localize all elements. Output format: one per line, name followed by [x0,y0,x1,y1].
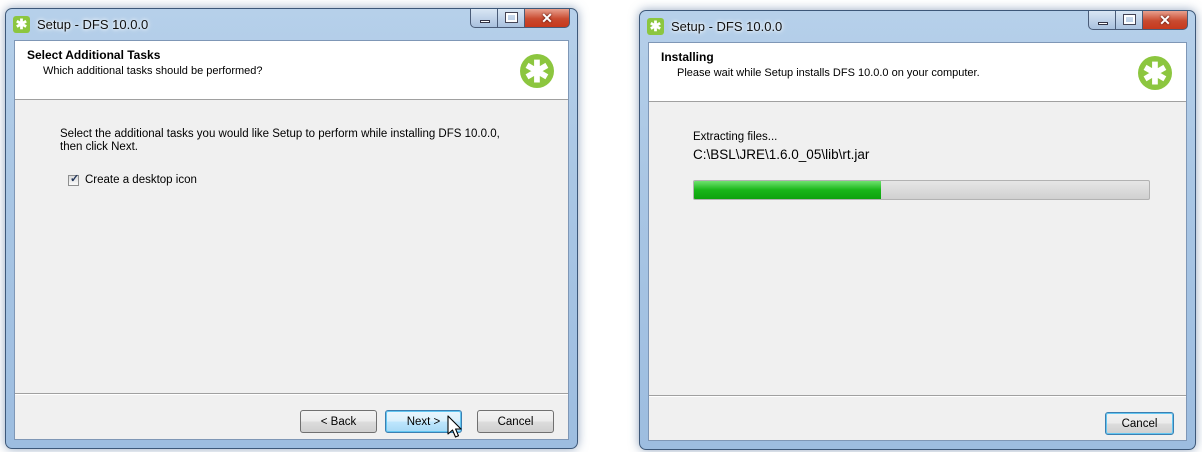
green-asterisk-logo-icon: ✱ [520,54,554,89]
maximize-button[interactable] [1116,11,1143,30]
minimize-icon [480,20,490,23]
checkmark-icon: ✓ [70,172,80,185]
close-icon: ✕ [541,10,553,26]
checkbox-label: Create a desktop icon [85,174,197,186]
install-progress-bar [693,180,1150,200]
wizard-client-area: Select Additional Tasks Which additional… [14,40,569,440]
minimize-button[interactable] [1088,11,1116,30]
maximize-icon [1123,14,1136,25]
instruction-line-1: Select the additional tasks you would li… [60,128,500,140]
page-title: Installing [661,50,714,64]
task-create-desktop-icon[interactable]: ✓ Create a desktop icon [68,172,197,186]
page-subtitle: Which additional tasks should be perform… [43,65,263,77]
close-button[interactable]: ✕ [1143,11,1188,30]
setup-app-icon: ✱ [13,16,30,33]
minimize-button[interactable] [470,9,498,28]
setup-app-icon: ✱ [647,18,664,35]
maximize-button[interactable] [498,9,525,28]
maximize-icon [505,12,518,23]
footer-divider [649,395,1186,396]
progress-bar-fill [694,181,881,199]
cancel-button[interactable]: Cancel [477,410,554,433]
instruction-line-2: then click Next. [60,141,138,153]
wizard-header: Select Additional Tasks Which additional… [15,41,568,100]
status-text: Extracting files... [693,131,778,143]
caption-buttons: ✕ [1088,11,1188,30]
desktop-icon-checkbox[interactable]: ✓ [68,172,80,186]
title-bar[interactable]: ✱ Setup - DFS 10.0.0 ✕ [6,9,577,40]
caption-buttons: ✕ [470,9,570,28]
cancel-button[interactable]: Cancel [1105,412,1174,435]
page-title: Select Additional Tasks [27,48,161,62]
close-icon: ✕ [1159,12,1171,28]
wizard-header: Installing Please wait while Setup insta… [649,43,1186,102]
title-bar[interactable]: ✱ Setup - DFS 10.0.0 ✕ [640,11,1195,42]
window-title: Setup - DFS 10.0.0 [671,19,783,34]
current-file-path: C:\BSL\JRE\1.6.0_05\lib\rt.jar [693,147,870,162]
back-button[interactable]: < Back [300,410,377,433]
wizard-client-area: Installing Please wait while Setup insta… [648,42,1187,441]
footer-divider [15,393,568,394]
close-button[interactable]: ✕ [525,9,570,28]
page-subtitle: Please wait while Setup installs DFS 10.… [677,67,980,79]
setup-window-installing: ✱ Setup - DFS 10.0.0 ✕ Installing Please… [639,10,1196,450]
green-asterisk-logo-icon: ✱ [1138,56,1172,91]
mouse-pointer-icon [447,415,462,438]
minimize-icon [1098,22,1108,25]
window-title: Setup - DFS 10.0.0 [37,17,149,32]
setup-window-select-tasks: ✱ Setup - DFS 10.0.0 ✕ Select Additional… [5,8,578,449]
